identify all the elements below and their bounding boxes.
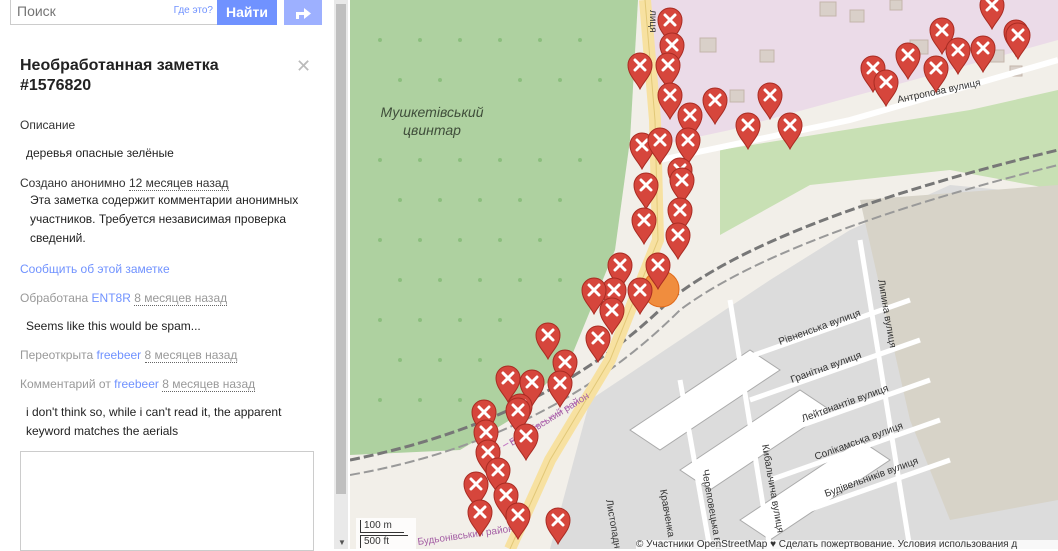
map-scale: 100 m 500 ft — [356, 518, 416, 549]
search-button[interactable]: Найти — [217, 0, 277, 25]
event-time: 8 месяцев назад — [162, 377, 256, 392]
street-label: лиця — [647, 10, 658, 33]
description-heading: Описание — [20, 118, 76, 132]
event-user-link[interactable]: ENT8R — [92, 291, 131, 305]
event-time: 8 месяцев назад — [144, 348, 238, 363]
event-comment: Seems like this would be spam... — [26, 319, 201, 333]
note-panel: Необработанная заметка #1576820 ✕ Описан… — [0, 36, 332, 551]
search-bar: Где это? Найти — [0, 0, 332, 36]
event-time: 8 месяцев назад — [134, 291, 228, 306]
scrollbar-thumb[interactable] — [336, 4, 346, 494]
where-is-this-link[interactable]: Где это? — [174, 5, 213, 16]
event-user-link[interactable]: freebeer — [114, 377, 159, 391]
scale-metric: 100 m — [360, 520, 404, 533]
note-description: деревья опасные зелёные — [26, 146, 174, 160]
event-prefix: Обработана — [20, 291, 89, 305]
event-prefix: Комментарий от — [20, 377, 111, 391]
directions-icon — [296, 8, 311, 19]
created-time: 12 месяцев назад — [128, 176, 229, 191]
event-comment: i don't think so, while i can't read it,… — [26, 405, 282, 438]
event-user-link[interactable]: freebeer — [96, 348, 141, 362]
area-label: Мушкетівський — [381, 104, 484, 120]
close-icon[interactable]: ✕ — [296, 56, 311, 77]
event-prefix: Переоткрыта — [20, 348, 94, 362]
note-title: Необработанная заметка #1576820 — [20, 57, 219, 94]
comment-textarea[interactable] — [20, 451, 314, 551]
search-box: Где это? — [10, 0, 220, 25]
report-note-link[interactable]: Сообщить об этой заметке — [20, 262, 170, 276]
scroll-down-arrow-icon[interactable]: ▼ — [338, 538, 346, 547]
search-input[interactable] — [11, 0, 173, 22]
created-line: Создано анонимно 12 месяцев назад — [20, 176, 229, 191]
event-line-comment: Комментарий от freebeer 8 месяцев назад — [20, 377, 256, 392]
area-label: цвинтар — [403, 122, 461, 138]
map-view[interactable]: Антропова вулиця Рівненська вулиця Грані… — [350, 0, 1058, 549]
created-prefix: Создано анонимно — [20, 176, 126, 190]
event-line-closed: Обработана ENT8R 8 месяцев назад — [20, 291, 228, 306]
scale-imperial: 500 ft — [360, 535, 408, 548]
map-attribution: © Участники OpenStreetMap ♥ Сделать поже… — [636, 540, 1058, 549]
directions-button[interactable] — [284, 0, 322, 25]
event-line-reopened: Переоткрыта freebeer 8 месяцев назад — [20, 348, 238, 363]
anonymous-warning: Эта заметка содержит комментарии анонимн… — [30, 193, 299, 245]
